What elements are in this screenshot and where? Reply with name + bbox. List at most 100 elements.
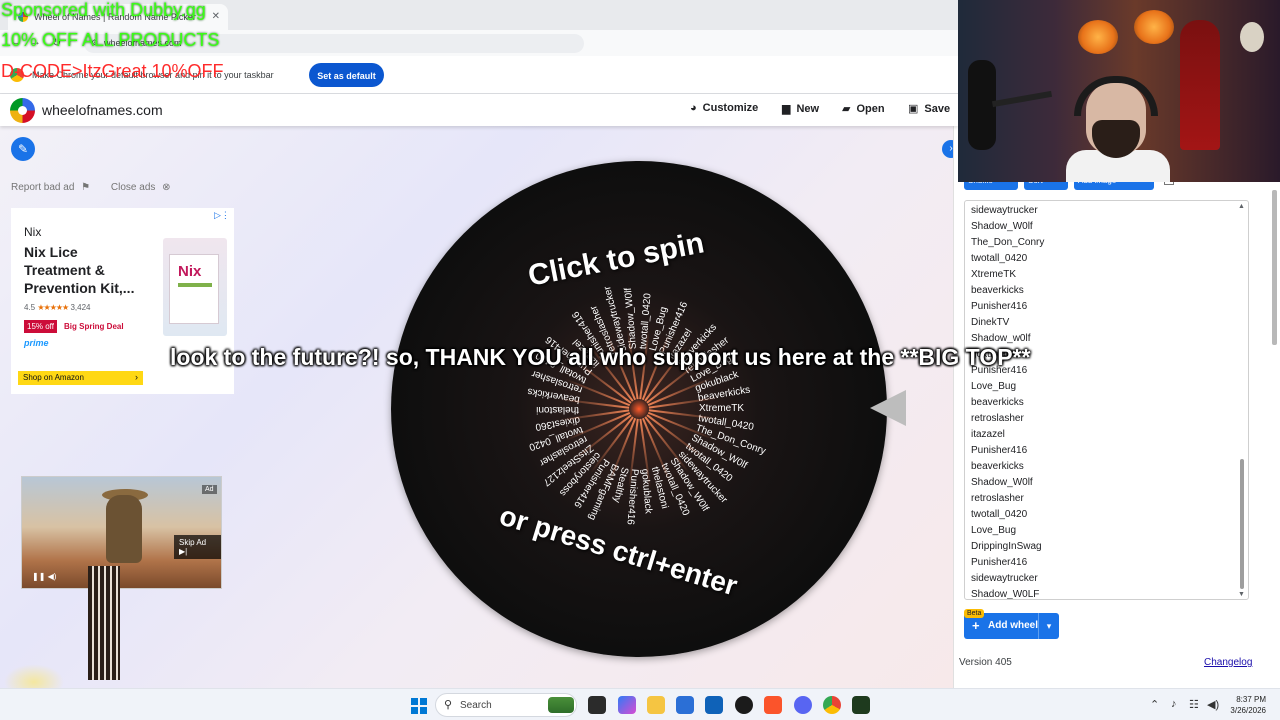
scroll-down-icon[interactable]: ▼	[1238, 591, 1245, 598]
wheel-pointer-icon	[870, 390, 906, 426]
brave-icon[interactable]	[764, 696, 782, 714]
ad-product-image[interactable]: Nix	[163, 238, 227, 336]
video-controls-icon[interactable]: ❚❚ ◀)	[32, 572, 56, 581]
entry-item[interactable]: Shadow_W0lf	[971, 475, 1248, 491]
taskbar-search[interactable]: ⚲ Search	[435, 693, 577, 717]
discord-icon[interactable]	[794, 696, 812, 714]
skip-ad-button[interactable]: Skip Ad ▶|	[174, 535, 221, 559]
open-label: Open	[856, 103, 885, 115]
page-scrollbar-thumb[interactable]	[1272, 190, 1277, 345]
nvidia-app-icon[interactable]	[852, 696, 870, 714]
ad-brand: Nix	[24, 225, 42, 239]
close-ads-link[interactable]: Close ads	[111, 182, 155, 193]
webcam-overlay	[958, 0, 1280, 182]
entry-item[interactable]: Punisher416	[971, 555, 1248, 571]
entry-item[interactable]: retroslasher	[971, 411, 1248, 427]
close-tab-icon[interactable]: ✕	[212, 11, 220, 22]
entry-item[interactable]: Love_Bug	[971, 523, 1248, 539]
obs-icon[interactable]	[735, 696, 753, 714]
chrome-icon[interactable]	[823, 696, 841, 714]
ad-rating-value: 4.5	[24, 303, 36, 312]
ad-discount-badge: 15% off	[24, 320, 57, 333]
entry-item[interactable]: The_Don_Conry	[971, 235, 1248, 251]
add-wheel-dropdown[interactable]: ▾	[1038, 613, 1059, 639]
entry-item[interactable]: DrippingInSwag	[971, 539, 1248, 555]
discount-overlay: 10% OFF ALL PRODUCTS	[1, 30, 220, 50]
clock-time: 8:37 PM	[1236, 695, 1266, 704]
ad-rating: 4.5 ★★★★★ 3,424	[24, 303, 90, 312]
entry-item[interactable]: sidewaytrucker	[971, 571, 1248, 587]
entry-item[interactable]: beaverkicks	[971, 395, 1248, 411]
headphones	[1074, 76, 1158, 116]
shop-on-amazon-button[interactable]: Shop on Amazon ›	[18, 371, 143, 385]
entry-item[interactable]: beaverkicks	[971, 283, 1248, 299]
set-as-default-button[interactable]: Set as default	[309, 63, 384, 87]
entry-item[interactable]: Shadow_W0lf	[971, 219, 1248, 235]
save-button[interactable]: ▣ Save	[908, 102, 950, 115]
edit-wheel-button[interactable]: ✎	[11, 137, 35, 161]
mic-arm	[991, 90, 1053, 108]
task-view-icon[interactable]	[588, 696, 606, 714]
copilot-icon[interactable]	[618, 696, 636, 714]
entry-item[interactable]: twotall_0420	[971, 251, 1248, 267]
entry-item[interactable]: XtremeTK	[971, 267, 1248, 283]
file-explorer-icon[interactable]	[647, 696, 665, 714]
entries-scroll-thumb[interactable]	[1240, 459, 1244, 589]
windows-start-icon[interactable]	[411, 698, 427, 714]
entry-item[interactable]: DinekTV	[971, 315, 1248, 331]
report-bad-ad-link[interactable]: Report bad ad	[11, 182, 74, 193]
ad-title[interactable]: Nix Lice Treatment & Prevention Kit,...	[24, 243, 144, 297]
entries-list: sidewaytrucker Shadow_W0lf The_Don_Conry tw…	[965, 201, 1248, 599]
product-box-stripe	[178, 283, 212, 287]
volume-icon[interactable]: ◀)	[1207, 698, 1219, 711]
site-name[interactable]: wheelofnames.com	[42, 102, 163, 118]
search-highlight-image	[548, 697, 574, 713]
taskbar-clock[interactable]: 8:37 PM 3/26/2026	[1222, 694, 1266, 716]
entry-item[interactable]: beaverkicks	[971, 459, 1248, 475]
wheel[interactable]: XtremeTK twotall_0420 The_Don_Conry Shadow_…	[391, 161, 887, 657]
entry-item[interactable]: Punisher416	[971, 443, 1248, 459]
tray-overflow-icon[interactable]: ⌃	[1150, 698, 1159, 711]
flag-icon[interactable]: ⚑	[81, 182, 90, 193]
add-wheel-label: Add wheel	[988, 620, 1039, 631]
store-icon[interactable]	[676, 696, 694, 714]
shop-label: Shop on Amazon	[23, 373, 84, 382]
network-icon[interactable]: ☷	[1189, 698, 1199, 711]
live-caption: look to the future?! so, THANK YOU all w…	[170, 344, 1031, 370]
wheel-face[interactable]: XtremeTK twotall_0420 The_Don_Conry Shadow_…	[391, 161, 887, 657]
entry-item[interactable]: twotall_0420	[971, 507, 1248, 523]
entry-item[interactable]: retroslasher	[971, 491, 1248, 507]
puppet-decoration	[1180, 20, 1220, 150]
skull-decoration	[1240, 22, 1264, 52]
outlook-icon[interactable]	[705, 696, 723, 714]
video-ad[interactable]: Ad Skip Ad ▶| ❚❚ ◀)	[21, 476, 222, 589]
scroll-up-icon[interactable]: ▲	[1238, 203, 1245, 210]
stream-prop-figure	[88, 566, 120, 680]
close-circle-icon[interactable]: ⊗	[162, 182, 170, 193]
new-button[interactable]: ▆ New	[782, 102, 819, 115]
chevron-down-icon: ▾	[1046, 621, 1052, 631]
wheel-slice-text: thelastoni	[536, 404, 579, 415]
customize-button[interactable]: ◕ Customize	[690, 102, 758, 114]
entry-item[interactable]: sidewaytrucker	[971, 203, 1248, 219]
entry-item[interactable]: Shadow_W0LF	[971, 587, 1248, 599]
code-overlay: D-CODE>ItzGreat 10%OFF	[1, 61, 224, 81]
save-label: Save	[924, 103, 951, 115]
adchoices-icon[interactable]: ▷⋮	[214, 210, 230, 221]
prime-logo: prime	[24, 338, 49, 348]
sponsor-overlay: Sponsored with Dubby.gg	[1, 0, 206, 20]
open-button[interactable]: ▰ Open	[842, 102, 885, 115]
entry-item[interactable]: Love_Bug	[971, 379, 1248, 395]
pumpkin-decoration	[1134, 10, 1174, 44]
entry-item[interactable]: itazazel	[971, 427, 1248, 443]
entry-item[interactable]: Punisher416	[971, 299, 1248, 315]
app-header: wheelofnames.com ◕ Customize ▆ New ▰ Open ▣…	[0, 94, 958, 126]
video-ad-tag: Ad	[202, 485, 217, 494]
changelog-link[interactable]: Changelog	[1204, 657, 1252, 668]
entries-scrollbar[interactable]: ▲ ▼	[1238, 203, 1246, 601]
plus-icon: +	[972, 618, 980, 633]
entries-textbox[interactable]: sidewaytrucker Shadow_W0lf The_Don_Conry tw…	[964, 200, 1249, 600]
wheelofnames-logo-icon[interactable]	[10, 98, 35, 123]
folder-icon: ▰	[842, 103, 851, 115]
microphone-icon[interactable]: ♪	[1171, 698, 1177, 710]
